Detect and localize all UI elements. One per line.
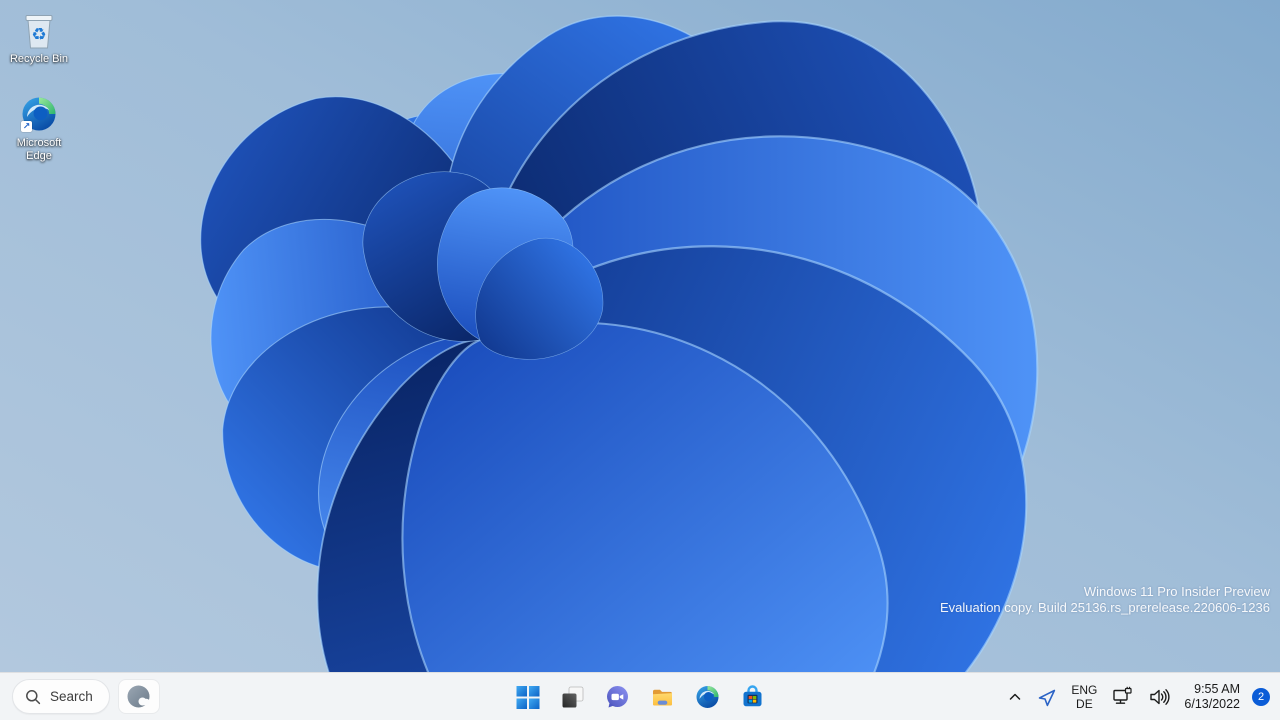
hidden-icons-button[interactable] <box>1001 677 1029 717</box>
search-icon <box>26 689 41 704</box>
watermark-line2: Evaluation copy. Build 25136.rs_prerelea… <box>939 600 1270 615</box>
taskbar-left: Search <box>12 679 160 714</box>
task-view-icon <box>562 686 583 707</box>
language-line2: DE <box>1076 697 1093 711</box>
insider-watermark: Windows 11 Pro Insider Preview Evaluatio… <box>940 584 1270 616</box>
store-button[interactable] <box>733 677 773 717</box>
weather-cloudy-icon <box>127 685 150 707</box>
desktop[interactable]: ♻ Recycle Bin ↗ Microsoft Edge Windows 1… <box>0 0 1280 672</box>
chat-button[interactable] <box>598 677 638 717</box>
start-button[interactable] <box>508 677 548 717</box>
volume-button[interactable] <box>1142 677 1176 717</box>
desktop-icon-label: Recycle Bin <box>9 53 69 65</box>
wallpaper-bloom <box>0 0 1280 672</box>
clock-time: 9:55 AM <box>1194 682 1240 696</box>
svg-text:♻: ♻ <box>31 25 46 45</box>
language-indicator[interactable]: ENG DE <box>1064 677 1104 717</box>
language-line1: ENG <box>1071 683 1098 697</box>
taskbar-center <box>508 677 773 717</box>
windows-logo-icon <box>516 685 539 709</box>
location-arrow-icon <box>1039 689 1056 706</box>
shortcut-arrow-icon: ↗ <box>21 121 32 132</box>
system-tray: ENG DE 9:55 AM 6/13/2022 2 <box>1001 673 1270 720</box>
windows-desktop-screen: ♻ Recycle Bin ↗ Microsoft Edge Windows 1… <box>0 0 1280 720</box>
search-button[interactable]: Search <box>12 679 110 714</box>
edge-button[interactable] <box>688 677 728 717</box>
desktop-icon-recycle-bin[interactable]: ♻ Recycle Bin <box>4 6 74 72</box>
network-button[interactable] <box>1106 677 1140 717</box>
watermark-line1: Windows 11 Pro Insider Preview <box>1083 584 1270 599</box>
recycle-bin-icon: ♻ <box>20 10 58 50</box>
edge-icon <box>696 686 719 708</box>
location-indicator[interactable] <box>1031 677 1062 717</box>
desktop-icon-microsoft-edge[interactable]: ↗ Microsoft Edge <box>4 90 74 169</box>
microsoft-store-icon <box>743 685 762 707</box>
edge-icon: ↗ <box>20 94 58 134</box>
search-label: Search <box>50 689 93 704</box>
network-ethernet-icon <box>1113 686 1132 704</box>
widgets-button[interactable] <box>117 679 160 714</box>
file-explorer-button[interactable] <box>643 677 683 717</box>
taskbar: Search ENG DE 9:55 AM 6/13/2022 2 <box>0 672 1280 720</box>
speaker-icon <box>1150 689 1170 705</box>
notification-badge[interactable]: 2 <box>1252 688 1270 706</box>
clock[interactable]: 9:55 AM 6/13/2022 <box>1178 677 1246 717</box>
desktop-icon-grid: ♻ Recycle Bin ↗ Microsoft Edge <box>4 6 74 187</box>
file-explorer-icon <box>653 689 672 706</box>
chevron-up-icon <box>1010 693 1021 700</box>
clock-date: 6/13/2022 <box>1184 697 1240 711</box>
desktop-icon-label: Microsoft Edge <box>16 137 62 162</box>
teams-chat-icon <box>607 686 628 708</box>
task-view-button[interactable] <box>553 677 593 717</box>
